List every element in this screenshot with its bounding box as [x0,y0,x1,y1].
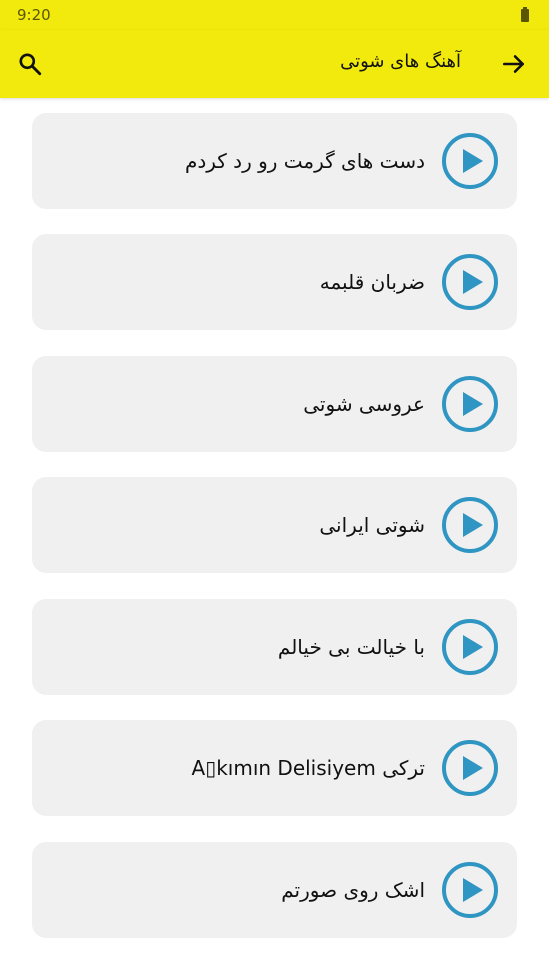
song-list[interactable]: دست های گرمت رو رد کردم ضربان قلبمه عروس… [0,98,549,976]
song-card[interactable]: اشک روی صورتم [32,842,517,938]
song-card[interactable]: دست های گرمت رو رد کردم [32,113,517,209]
song-card[interactable]: ترکی A▯kımın Delisiyem [32,720,517,816]
back-button[interactable] [494,44,534,84]
song-card[interactable]: با خیالت بی خیالم [32,599,517,695]
song-card[interactable]: شوتی ایرانی [32,477,517,573]
song-title: عروسی شوتی [303,392,425,416]
play-icon[interactable] [440,252,500,312]
song-card[interactable]: عروسی شوتی [32,356,517,452]
play-icon[interactable] [440,374,500,434]
search-button[interactable] [10,44,50,84]
page-title: آهنگ های شوتی [340,51,461,72]
battery-icon [521,7,529,22]
song-title: ترکی A▯kımın Delisiyem [191,756,425,780]
song-card[interactable]: ضربان قلبمه [32,234,517,330]
song-title: دست های گرمت رو رد کردم [184,149,425,173]
status-time: 9:20 [17,6,51,24]
play-icon[interactable] [440,860,500,920]
arrow-right-icon [502,55,524,73]
play-icon[interactable] [440,617,500,677]
song-title: ضربان قلبمه [319,270,425,294]
search-icon [19,53,42,76]
play-icon[interactable] [440,131,500,191]
song-title: شوتی ایرانی [319,513,425,537]
play-icon[interactable] [440,495,500,555]
app-bar: آهنگ های شوتی [0,30,549,98]
song-title: با خیالت بی خیالم [277,635,425,659]
song-title: اشک روی صورتم [281,878,425,902]
play-icon[interactable] [440,738,500,798]
status-bar: 9:20 [0,0,549,30]
